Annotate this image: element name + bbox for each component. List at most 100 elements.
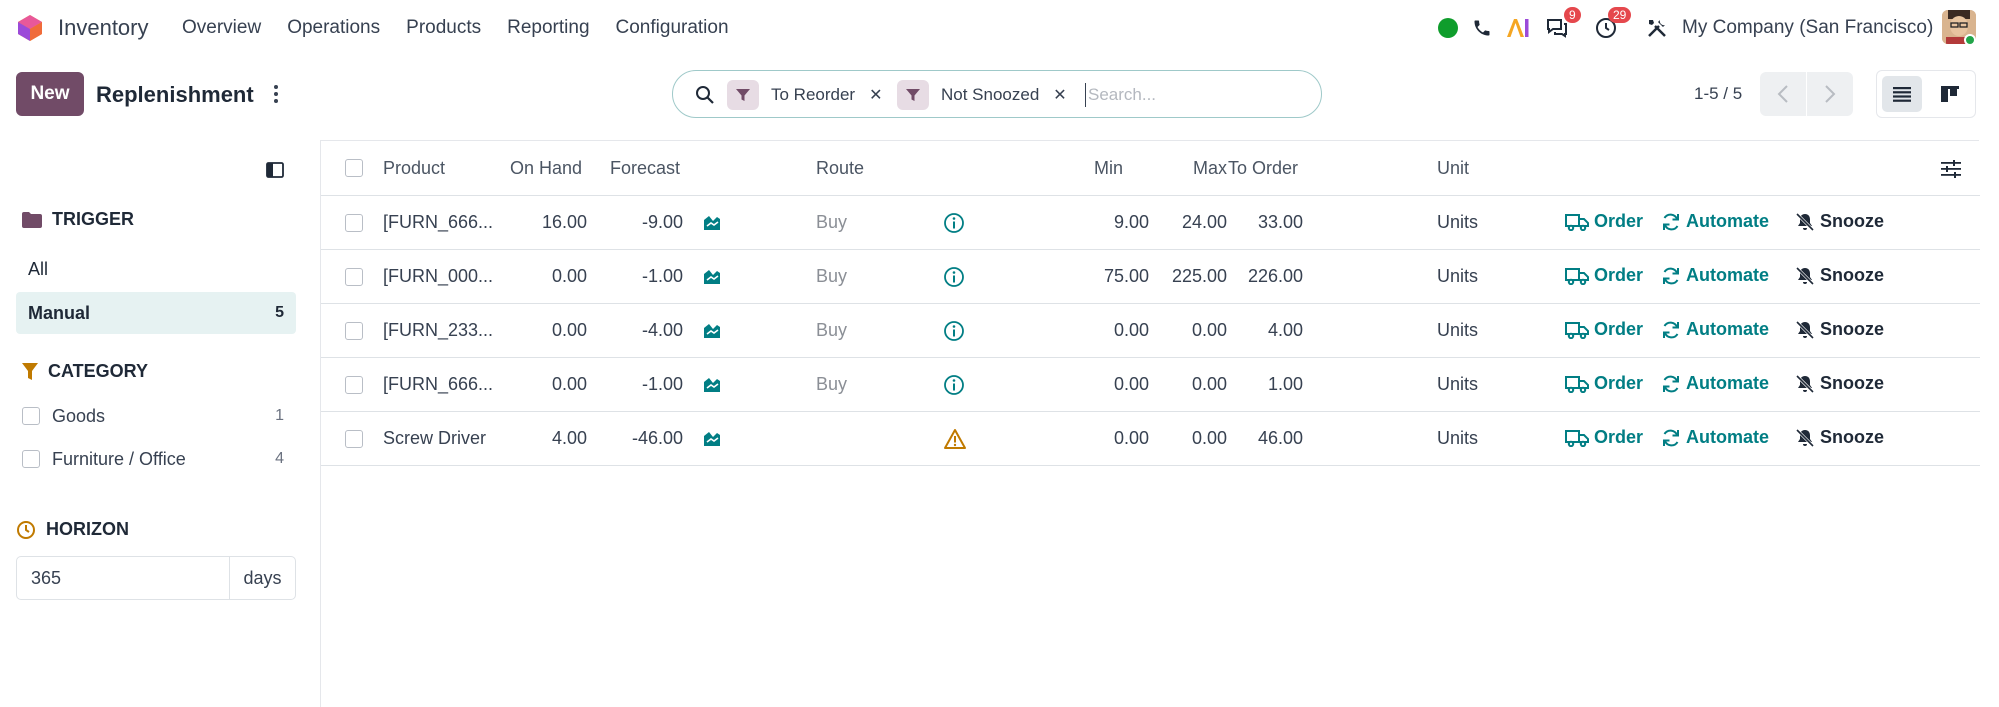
cell-min: 0.00 [1113,320,1149,340]
cell-max: 24.00 [1181,212,1227,232]
order-button[interactable]: Order [1565,427,1643,448]
list-view-button[interactable] [1882,76,1922,112]
menu-configuration[interactable]: Configuration [616,17,729,39]
messages-button[interactable]: 9 [1540,0,1581,56]
menu-products[interactable]: Products [406,17,481,39]
forecast-graph-icon[interactable] [703,322,721,343]
filter-label: Manual [28,302,91,323]
trigger-filter-manual[interactable]: Manual 5 [16,292,296,334]
trigger-filter-all[interactable]: All [16,248,296,290]
truck-icon [1565,321,1589,339]
activities-button[interactable]: 29 [1588,0,1632,56]
menu-overview[interactable]: Overview [182,17,261,39]
main-menu: Overview Operations Products Reporting C… [182,17,755,39]
column-unit[interactable]: Unit [1437,158,1469,179]
forecast-graph-icon[interactable] [703,214,721,235]
snooze-button[interactable]: Snooze [1795,427,1884,448]
toggle-sidebar-icon[interactable] [266,162,284,178]
order-button[interactable]: Order [1565,373,1643,394]
table-row[interactable]: [FURN_666... 0.00 -1.00 Buy 0.00 0.00 1.00 Unit… [321,358,1980,412]
table-row[interactable]: [FURN_233... 0.00 -4.00 Buy 0.00 0.00 4.00 Unit… [321,304,1980,358]
snooze-button[interactable]: Snooze [1795,373,1884,394]
search-icon[interactable] [695,85,715,105]
filter-icon [727,80,759,110]
filter-count: 4 [275,450,284,467]
pager-previous-button[interactable] [1760,72,1806,116]
bell-slash-icon [1795,212,1815,232]
row-checkbox[interactable] [345,268,363,286]
debug-tools-button[interactable] [1642,0,1672,56]
menu-operations[interactable]: Operations [287,17,380,39]
category-filter-furniture-office[interactable]: Furniture / Office 4 [22,444,288,474]
new-button[interactable]: New [16,72,84,116]
order-label: Order [1594,319,1644,339]
info-icon[interactable] [943,266,965,293]
truck-icon [1565,267,1589,285]
warning-icon[interactable] [943,428,967,455]
automate-button[interactable]: Automate [1661,427,1769,448]
order-label: Order [1594,373,1644,393]
inventory-app-icon[interactable] [16,14,44,42]
row-checkbox[interactable] [345,214,363,232]
column-forecast[interactable]: Forecast [610,158,680,179]
search-bar: To Reorder ✕ Not Snoozed ✕ [672,70,1322,118]
column-max[interactable]: Max [1137,158,1227,179]
section-title: TRIGGER [52,209,135,229]
app-name[interactable]: Inventory [58,15,149,41]
table-row[interactable]: [FURN_000... 0.00 -1.00 Buy 75.00 225.00 226.0… [321,250,1980,304]
column-on-hand[interactable]: On Hand [510,158,582,179]
info-icon[interactable] [943,212,965,239]
table-row[interactable]: Screw Driver 4.00 -46.00 0.00 0.00 46.00 Units… [321,412,1980,466]
automate-button[interactable]: Automate [1661,211,1769,232]
search-input[interactable] [1085,83,1305,107]
table-row[interactable]: [FURN_666... 16.00 -9.00 Buy 9.00 24.00 33.00 U… [321,196,1980,250]
ai-button[interactable] [1503,0,1533,56]
automate-button[interactable]: Automate [1661,373,1769,394]
order-button[interactable]: Order [1565,211,1643,232]
menu-reporting[interactable]: Reporting [507,17,589,39]
pager-next-button[interactable] [1807,72,1853,116]
status-indicator[interactable] [1434,0,1462,56]
chevron-right-icon [1825,85,1836,103]
remove-facet-icon[interactable]: ✕ [1053,85,1066,105]
snooze-button[interactable]: Snooze [1795,319,1884,340]
column-route[interactable]: Route [816,158,864,179]
cell-forecast: -46.00 [631,428,683,448]
order-button[interactable]: Order [1565,319,1643,340]
automate-button[interactable]: Automate [1661,265,1769,286]
refresh-icon [1661,212,1681,232]
column-to-order[interactable]: To Order [1228,158,1298,179]
info-icon[interactable] [943,374,965,401]
horizon-input[interactable] [17,557,229,599]
snooze-button[interactable]: Snooze [1795,211,1884,232]
snooze-button[interactable]: Snooze [1795,265,1884,286]
category-filter-goods[interactable]: Goods 1 [22,401,288,431]
remove-facet-icon[interactable]: ✕ [869,85,882,105]
column-product[interactable]: Product [383,158,445,179]
pager-value[interactable]: 1-5 / 5 [1694,84,1742,104]
trigger-section-header: TRIGGER [22,209,134,230]
refresh-icon [1661,320,1681,340]
column-min[interactable]: Min [1094,158,1123,179]
kanban-view-button[interactable] [1930,76,1970,112]
forecast-graph-icon[interactable] [703,268,721,289]
actions-menu-icon[interactable] [268,82,284,106]
cell-forecast: -4.00 [641,320,683,340]
checkbox[interactable] [22,407,40,425]
row-checkbox[interactable] [345,322,363,340]
top-navbar: Inventory Overview Operations Products R… [0,0,1999,56]
info-icon[interactable] [943,320,965,347]
forecast-graph-icon[interactable] [703,430,721,451]
automate-button[interactable]: Automate [1661,319,1769,340]
optional-columns-icon[interactable] [1941,159,1961,179]
row-checkbox[interactable] [345,376,363,394]
checkbox[interactable] [22,450,40,468]
select-all-checkbox[interactable] [345,159,363,177]
forecast-graph-icon[interactable] [703,376,721,397]
company-switcher[interactable]: My Company (San Francisco) [1682,17,1933,39]
cell-max: 0.00 [1191,374,1227,394]
bell-slash-icon [1795,266,1815,286]
row-checkbox[interactable] [345,430,363,448]
order-button[interactable]: Order [1565,265,1643,286]
phone-button[interactable] [1467,0,1497,56]
